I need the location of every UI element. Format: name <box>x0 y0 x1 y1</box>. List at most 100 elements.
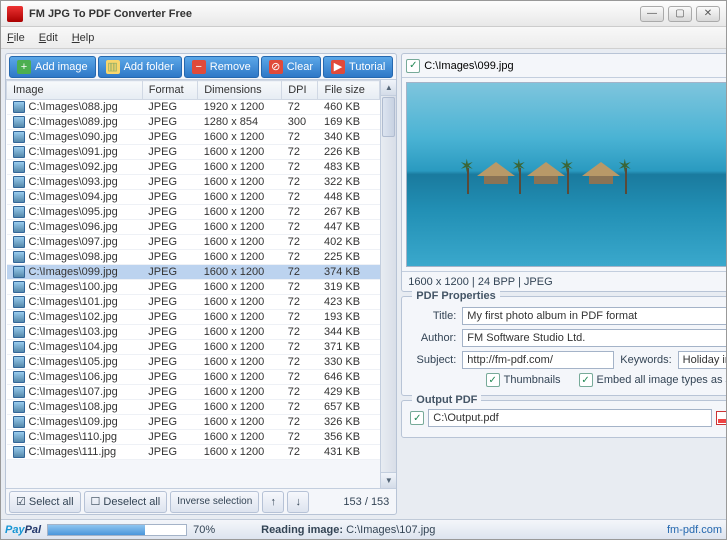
maximize-button[interactable]: ▢ <box>668 6 692 22</box>
output-path-input[interactable] <box>428 409 712 427</box>
table-row[interactable]: C:\Images\089.jpgJPEG1280 x 854300169 KB <box>7 115 380 130</box>
invert-selection-button[interactable]: Inverse selection <box>170 491 259 513</box>
move-down-button[interactable]: ↓ <box>287 491 309 513</box>
col-image[interactable]: Image <box>7 81 143 100</box>
output-pdf-label: Output PDF <box>412 394 481 406</box>
image-file-icon <box>13 221 25 233</box>
image-file-icon <box>13 386 25 398</box>
table-row[interactable]: C:\Images\105.jpgJPEG1600 x 120072330 KB <box>7 355 380 370</box>
image-file-icon <box>13 341 25 353</box>
add-image-button[interactable]: +Add image <box>9 56 96 78</box>
main-toolbar: +Add image ▥Add folder −Remove ⊘Clear ▶T… <box>6 54 396 80</box>
output-pdf-group: Output PDF ✓ ⋯ ▶Start <box>401 400 726 438</box>
scroll-thumb[interactable] <box>382 97 395 137</box>
menu-edit[interactable]: Edit <box>39 32 58 44</box>
select-all-button[interactable]: ☑Select all <box>9 491 81 513</box>
table-row[interactable]: C:\Images\106.jpgJPEG1600 x 120072646 KB <box>7 370 380 385</box>
menu-help[interactable]: Help <box>72 32 95 44</box>
menu-file[interactable]: File <box>7 32 25 44</box>
arrow-up-icon: ↑ <box>271 496 277 508</box>
col-dpi[interactable]: DPI <box>282 81 318 100</box>
image-file-icon <box>13 251 25 263</box>
table-row[interactable]: C:\Images\096.jpgJPEG1600 x 120072447 KB <box>7 220 380 235</box>
thumbnails-checkbox[interactable]: ✓Thumbnails <box>486 373 561 387</box>
image-file-icon <box>13 191 25 203</box>
paypal-link[interactable]: PayPal <box>5 524 41 536</box>
arrow-down-icon: ↓ <box>296 496 302 508</box>
image-file-icon <box>13 416 25 428</box>
table-row[interactable]: C:\Images\107.jpgJPEG1600 x 120072429 KB <box>7 385 380 400</box>
image-list[interactable]: Image Format Dimensions DPI File size C:… <box>6 80 380 488</box>
folder-icon: ▥ <box>106 60 120 74</box>
preview-enable-checkbox[interactable]: ✓ <box>406 59 420 73</box>
pdf-properties-group: PDF Properties Title: Author: Subject: K… <box>401 296 726 396</box>
preview-image <box>406 82 726 267</box>
add-folder-button[interactable]: ▥Add folder <box>98 56 182 78</box>
image-file-icon <box>13 101 25 113</box>
table-row[interactable]: C:\Images\102.jpgJPEG1600 x 120072193 KB <box>7 310 380 325</box>
window-title: FM JPG To PDF Converter Free <box>29 8 640 20</box>
list-bottom-bar: ☑Select all ☐Deselect all Inverse select… <box>6 488 396 514</box>
table-row[interactable]: C:\Images\103.jpgJPEG1600 x 120072344 KB <box>7 325 380 340</box>
table-row[interactable]: C:\Images\099.jpgJPEG1600 x 120072374 KB <box>7 265 380 280</box>
table-row[interactable]: C:\Images\108.jpgJPEG1600 x 120072657 KB <box>7 400 380 415</box>
keywords-input[interactable] <box>678 351 726 369</box>
progress-bar <box>47 524 187 536</box>
clear-icon: ⊘ <box>269 60 283 74</box>
close-button[interactable]: ✕ <box>696 6 720 22</box>
image-file-icon <box>13 131 25 143</box>
plus-icon: + <box>17 60 31 74</box>
deselect-all-button[interactable]: ☐Deselect all <box>84 491 168 513</box>
scroll-up-icon[interactable]: ▲ <box>381 80 396 96</box>
image-file-icon <box>13 146 25 158</box>
keywords-label: Keywords: <box>620 354 671 366</box>
minimize-button[interactable]: — <box>640 6 664 22</box>
table-row[interactable]: C:\Images\110.jpgJPEG1600 x 120072356 KB <box>7 430 380 445</box>
table-row[interactable]: C:\Images\111.jpgJPEG1600 x 120072431 KB <box>7 445 380 460</box>
subject-label: Subject: <box>410 354 456 366</box>
table-row[interactable]: C:\Images\091.jpgJPEG1600 x 120072226 KB <box>7 145 380 160</box>
table-row[interactable]: C:\Images\109.jpgJPEG1600 x 120072326 KB <box>7 415 380 430</box>
table-row[interactable]: C:\Images\088.jpgJPEG1920 x 120072460 KB <box>7 100 380 115</box>
subject-input[interactable] <box>462 351 614 369</box>
remove-button[interactable]: −Remove <box>184 56 259 78</box>
table-row[interactable]: C:\Images\098.jpgJPEG1600 x 120072225 KB <box>7 250 380 265</box>
image-file-icon <box>13 266 25 278</box>
pdf-properties-label: PDF Properties <box>412 290 499 302</box>
move-up-button[interactable]: ↑ <box>262 491 284 513</box>
author-input[interactable] <box>462 329 726 347</box>
col-dimensions[interactable]: Dimensions <box>198 81 282 100</box>
col-filesize[interactable]: File size <box>318 81 380 100</box>
image-file-icon <box>13 176 25 188</box>
image-file-icon <box>13 311 25 323</box>
check-icon: ☑ <box>16 495 26 508</box>
scroll-down-icon[interactable]: ▼ <box>381 472 396 488</box>
image-file-icon <box>13 356 25 368</box>
clear-button[interactable]: ⊘Clear <box>261 56 321 78</box>
vertical-scrollbar[interactable]: ▲ ▼ <box>380 80 396 488</box>
tutorial-button[interactable]: ▶Tutorial <box>323 56 393 78</box>
output-enable-checkbox[interactable]: ✓ <box>410 411 424 425</box>
menubar: File Edit Help <box>1 27 726 49</box>
image-file-icon <box>13 401 25 413</box>
image-file-icon <box>13 371 25 383</box>
table-row[interactable]: C:\Images\095.jpgJPEG1600 x 120072267 KB <box>7 205 380 220</box>
title-label: Title: <box>410 310 456 322</box>
embed-jpeg-checkbox[interactable]: ✓Embed all image types as JPEG <box>579 373 726 387</box>
website-link[interactable]: fm-pdf.com <box>667 524 722 536</box>
app-icon <box>7 6 23 22</box>
table-row[interactable]: C:\Images\093.jpgJPEG1600 x 120072322 KB <box>7 175 380 190</box>
table-row[interactable]: C:\Images\101.jpgJPEG1600 x 120072423 KB <box>7 295 380 310</box>
table-row[interactable]: C:\Images\097.jpgJPEG1600 x 120072402 KB <box>7 235 380 250</box>
image-file-icon <box>13 236 25 248</box>
col-format[interactable]: Format <box>142 81 197 100</box>
table-row[interactable]: C:\Images\090.jpgJPEG1600 x 120072340 KB <box>7 130 380 145</box>
title-input[interactable] <box>462 307 726 325</box>
table-row[interactable]: C:\Images\104.jpgJPEG1600 x 120072371 KB <box>7 340 380 355</box>
table-row[interactable]: C:\Images\092.jpgJPEG1600 x 120072483 KB <box>7 160 380 175</box>
table-row[interactable]: C:\Images\100.jpgJPEG1600 x 120072319 KB <box>7 280 380 295</box>
app-window: FM JPG To PDF Converter Free — ▢ ✕ File … <box>0 0 727 540</box>
table-row[interactable]: C:\Images\094.jpgJPEG1600 x 120072448 KB <box>7 190 380 205</box>
image-file-icon <box>13 116 25 128</box>
image-file-icon <box>13 431 25 443</box>
